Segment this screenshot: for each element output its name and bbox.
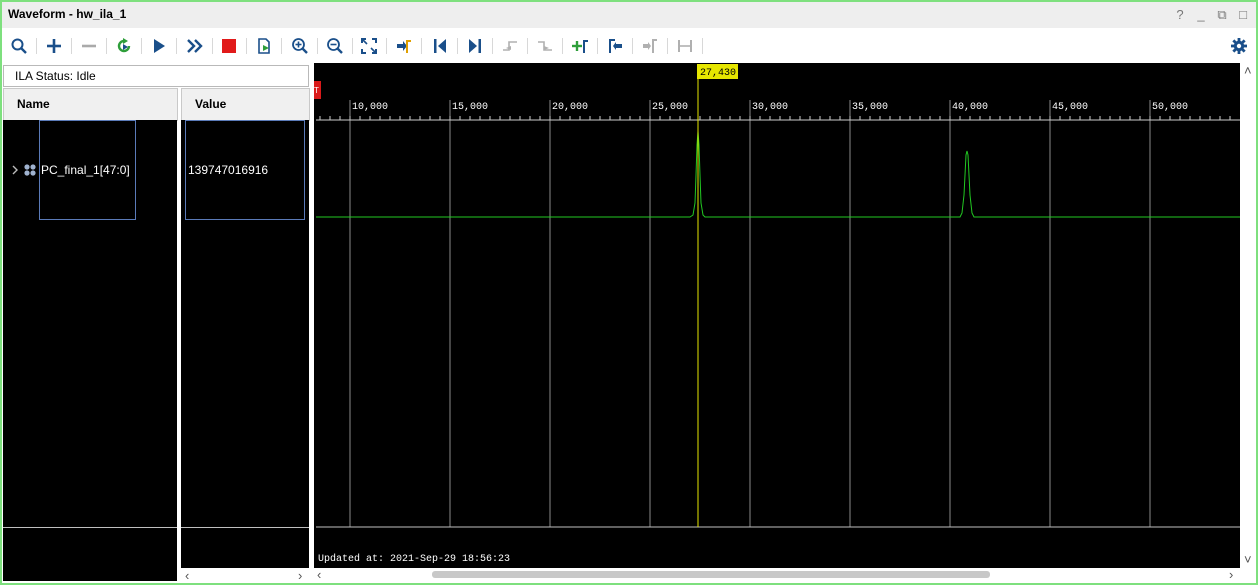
trigger-marker-label: T (314, 86, 319, 95)
tick-label: 30,000 (752, 102, 788, 113)
restore-icon[interactable]: ⧉ (1215, 7, 1229, 23)
toolbar-separator (36, 38, 37, 54)
auto-trigger-icon[interactable] (112, 35, 136, 57)
window-controls: ? _ ⧉ □ (1173, 7, 1250, 23)
value-header-label: Value (195, 97, 227, 111)
toolbar-separator (527, 38, 528, 54)
ila-status-bar: ILA Status: Idle (3, 65, 309, 87)
tick-label: 20,000 (552, 102, 588, 113)
tick-label: 40,000 (952, 102, 988, 113)
value-pane-divider (181, 527, 309, 528)
name-column-header[interactable]: Name (3, 88, 178, 121)
scroll-left-arrow[interactable]: ‹ (317, 568, 321, 581)
toolbar-separator (597, 38, 598, 54)
minimize-icon[interactable]: _ (1194, 7, 1208, 23)
tick-marks (319, 116, 1231, 120)
toolbar-separator (421, 38, 422, 54)
name-pane-divider (3, 527, 177, 528)
toolbar-separator (176, 38, 177, 54)
maximize-icon[interactable]: □ (1236, 7, 1250, 23)
tick-label: 50,000 (1152, 102, 1188, 113)
value-scroll-right-arrow[interactable]: › (298, 569, 302, 582)
tick-label: 10,000 (352, 102, 388, 113)
scroll-right-arrow[interactable]: › (1229, 568, 1233, 581)
toolbar-separator (106, 38, 107, 54)
tick-label: 35,000 (852, 102, 888, 113)
toolbar-separator (562, 38, 563, 54)
help-icon[interactable]: ? (1173, 7, 1187, 23)
signal-name[interactable]: PC_final_1[47:0] (41, 163, 130, 177)
waveform-vertical-scrollbar[interactable]: ˄ ˅ (1241, 63, 1256, 568)
scroll-up-arrow[interactable]: ˄ (1244, 64, 1252, 77)
swap-cursors-icon[interactable] (673, 35, 697, 57)
toolbar-separator (141, 38, 142, 54)
settings-gear-icon[interactable] (1227, 35, 1251, 57)
signal-value: 139747016916 (188, 163, 269, 177)
value-scroll-left-arrow[interactable]: ‹ (185, 569, 189, 582)
zoom-in-icon[interactable] (288, 35, 312, 57)
toolbar-separator (667, 38, 668, 54)
toolbar-separator (632, 38, 633, 54)
toolbar-separator (492, 38, 493, 54)
remove-icon[interactable] (77, 35, 101, 57)
next-transition-icon[interactable] (533, 35, 557, 57)
bus-signal-icon (24, 164, 36, 176)
add-marker-icon[interactable] (568, 35, 592, 57)
tick-label: 15,000 (452, 102, 488, 113)
horizontal-scroll-thumb[interactable] (432, 571, 990, 578)
go-to-start-icon[interactable] (428, 35, 452, 57)
waveform-horizontal-scrollbar[interactable]: ‹ › (314, 568, 1240, 581)
toolbar (2, 32, 1256, 60)
previous-transition-icon[interactable] (498, 35, 522, 57)
value-column-header[interactable]: Value (181, 88, 310, 121)
toolbar-separator (246, 38, 247, 54)
go-to-cursor-icon[interactable] (392, 35, 416, 57)
toolbar-separator (281, 38, 282, 54)
zoom-out-icon[interactable] (323, 35, 347, 57)
toolbar-separator (212, 38, 213, 54)
run-trigger-icon[interactable] (147, 35, 171, 57)
search-icon[interactable] (7, 35, 31, 57)
grid-lines (349, 100, 1151, 527)
ila-status-text: ILA Status: Idle (15, 69, 96, 83)
previous-marker-icon[interactable] (603, 35, 627, 57)
zoom-fit-icon[interactable] (357, 35, 381, 57)
title-bar: Waveform - hw_ila_1 ? _ ⧉ □ (2, 2, 1256, 28)
waveform-area[interactable]: 10,000 15,000 20,000 25,000 30,000 35,000 40,0… (314, 63, 1240, 568)
toolbar-separator (457, 38, 458, 54)
stop-icon[interactable] (217, 35, 241, 57)
toolbar-separator (702, 38, 703, 54)
tick-label: 25,000 (652, 102, 688, 113)
tick-label: 45,000 (1052, 102, 1088, 113)
scroll-down-arrow[interactable]: ˅ (1244, 553, 1252, 566)
waveform-canvas: 10,000 15,000 20,000 25,000 30,000 35,000 40,0… (314, 64, 1240, 565)
export-icon[interactable] (252, 35, 276, 57)
updated-timestamp: Updated at: 2021-Sep-29 18:56:23 (318, 553, 510, 565)
toolbar-separator (317, 38, 318, 54)
add-icon[interactable] (42, 35, 66, 57)
signal-trace (316, 130, 1240, 218)
window-title: Waveform - hw_ila_1 (8, 7, 127, 21)
toolbar-separator (71, 38, 72, 54)
toolbar-separator (386, 38, 387, 54)
cursor-label[interactable]: 27,430 (700, 68, 736, 79)
tick-labels: 10,000 15,000 20,000 25,000 30,000 35,000 40,0… (352, 102, 1188, 113)
name-header-label: Name (17, 97, 50, 111)
next-marker-icon[interactable] (638, 35, 662, 57)
run-immediate-icon[interactable] (183, 35, 207, 57)
toolbar-separator (352, 38, 353, 54)
go-to-end-icon[interactable] (463, 35, 487, 57)
expand-chevron-icon[interactable] (10, 165, 20, 175)
